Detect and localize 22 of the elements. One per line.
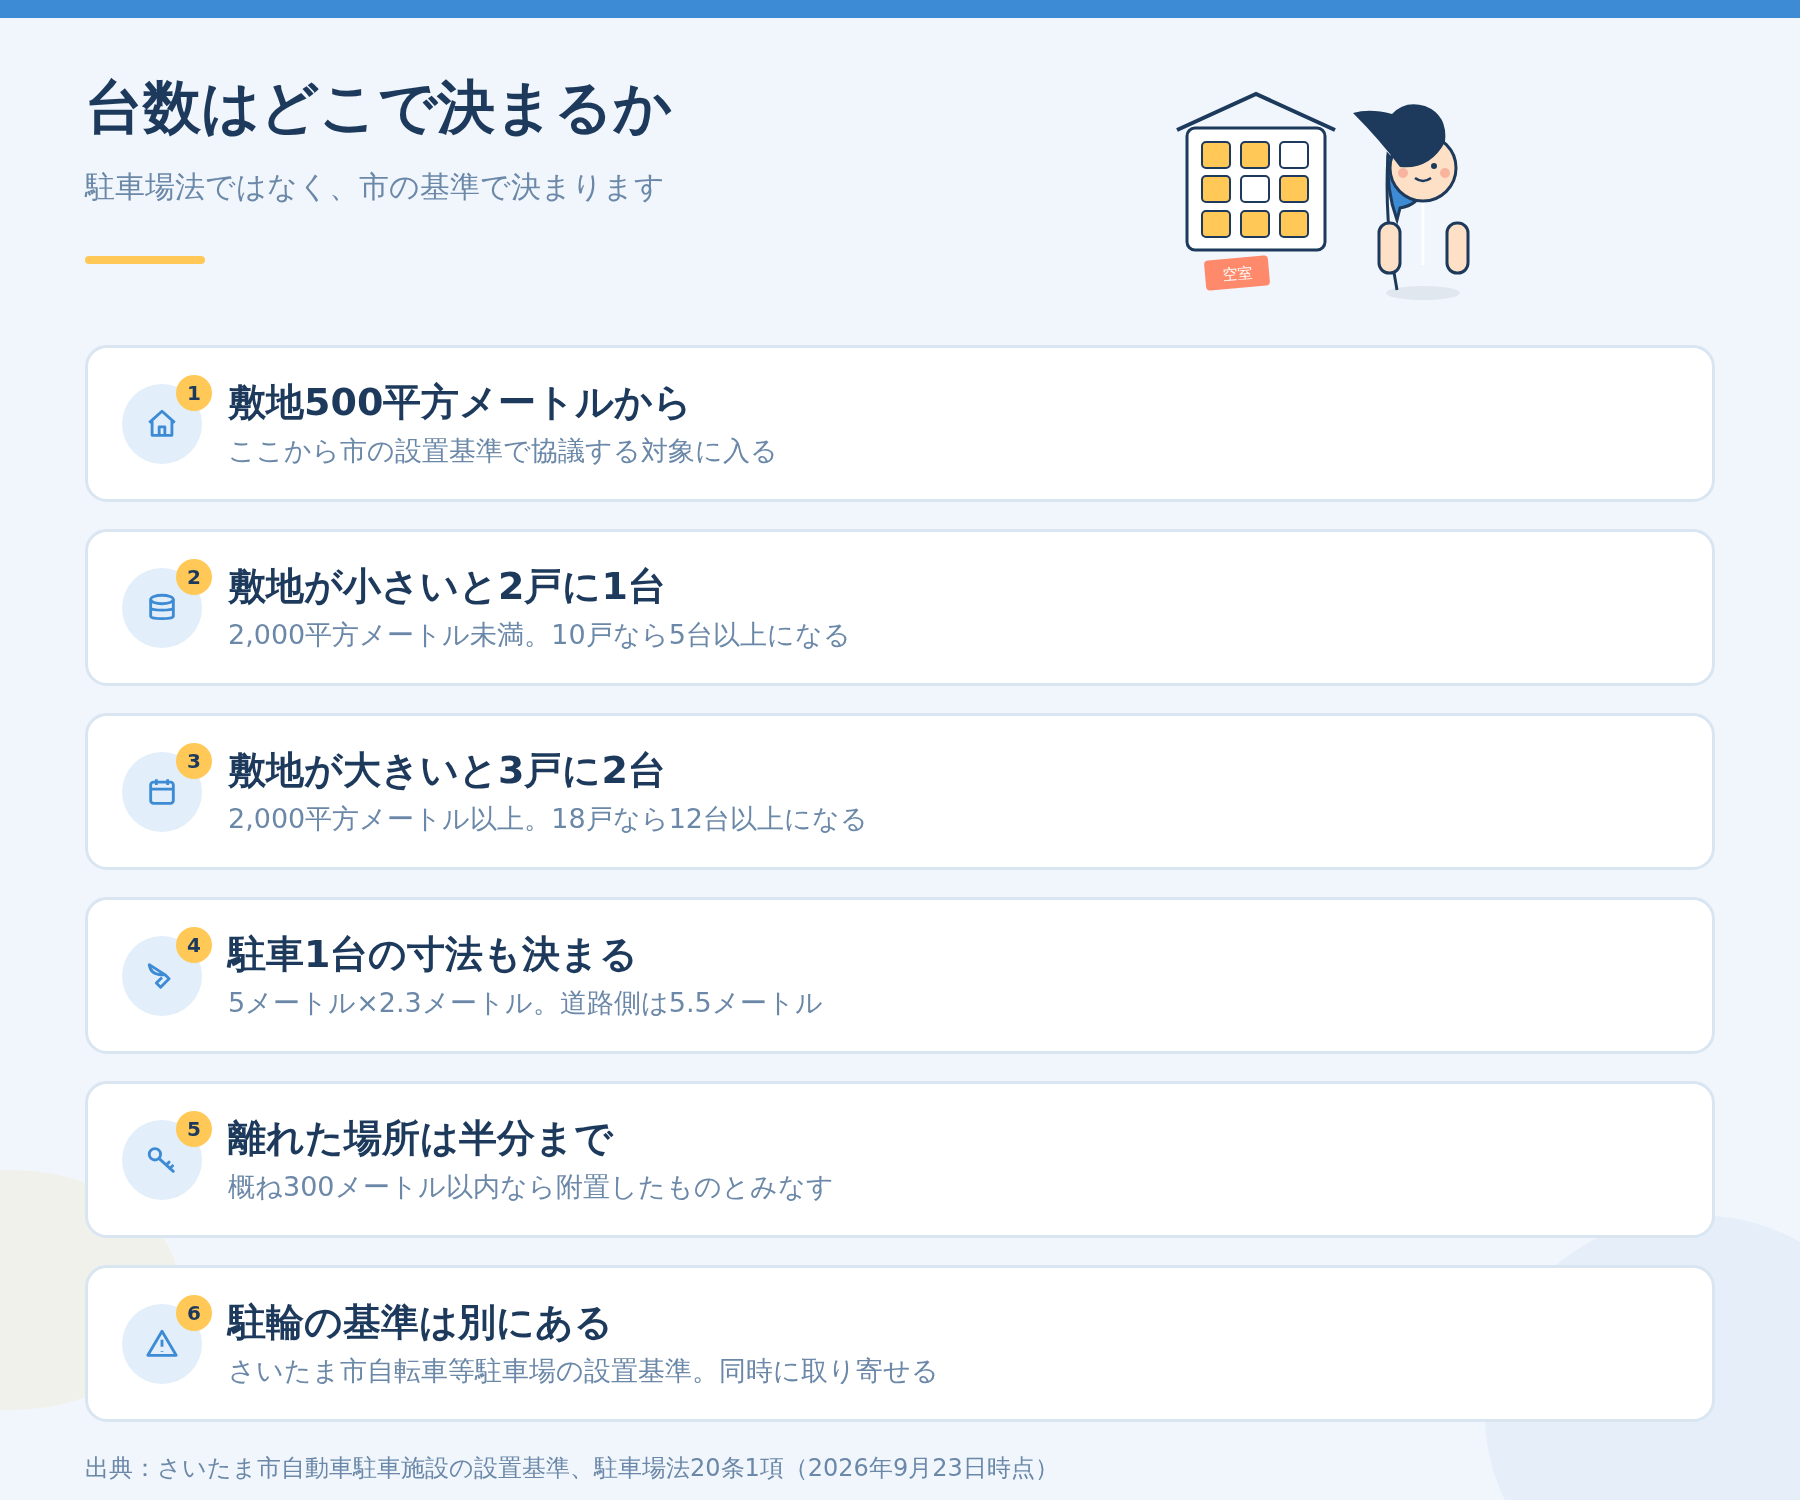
- card-description: ここから市の設置基準で協議する対象に入る: [228, 433, 778, 468]
- page-title: 台数はどこで決まるか: [85, 72, 672, 143]
- card-description: さいたま市自転車等駐車場の設置基準。同時に取り寄せる: [228, 1353, 939, 1388]
- number-badge: 4: [176, 926, 212, 963]
- number-badge: 1: [176, 374, 212, 411]
- card-title: 離れた場所は半分まで: [228, 1115, 615, 1163]
- number-badge: 5: [176, 1110, 212, 1147]
- card-title: 駐車1台の寸法も決まる: [228, 931, 640, 979]
- number-badge: 6: [176, 1294, 212, 1331]
- card-title: 駐輪の基準は別にある: [228, 1299, 614, 1347]
- number-badge: 2: [176, 558, 212, 595]
- page-subtitle: 駐車場法ではなく、市の基準で決まります: [85, 168, 666, 207]
- vacancy-tag: 空室: [1203, 255, 1271, 291]
- card-title: 敷地500平方メートルから: [228, 379, 694, 427]
- card-title: 敷地が大きいと3戸に2台: [228, 747, 667, 795]
- number-badge: 3: [176, 742, 212, 779]
- card-description: 概ね300メートル以内なら附置したものとみなす: [228, 1169, 834, 1204]
- card-title: 敷地が小さいと2戸に1台: [228, 563, 667, 611]
- card-description: 5メートル×2.3メートル。道路側は5.5メートル: [228, 985, 823, 1020]
- card-description: 2,000平方メートル以上。18戸なら12台以上になる: [228, 801, 868, 836]
- source-note: 出典：さいたま市自動車駐車施設の設置基準、駐車場法20条1項（2026年9月23日時点）: [85, 1453, 1060, 1484]
- card-description: 2,000平方メートル未満。10戸なら5台以上になる: [228, 617, 851, 652]
